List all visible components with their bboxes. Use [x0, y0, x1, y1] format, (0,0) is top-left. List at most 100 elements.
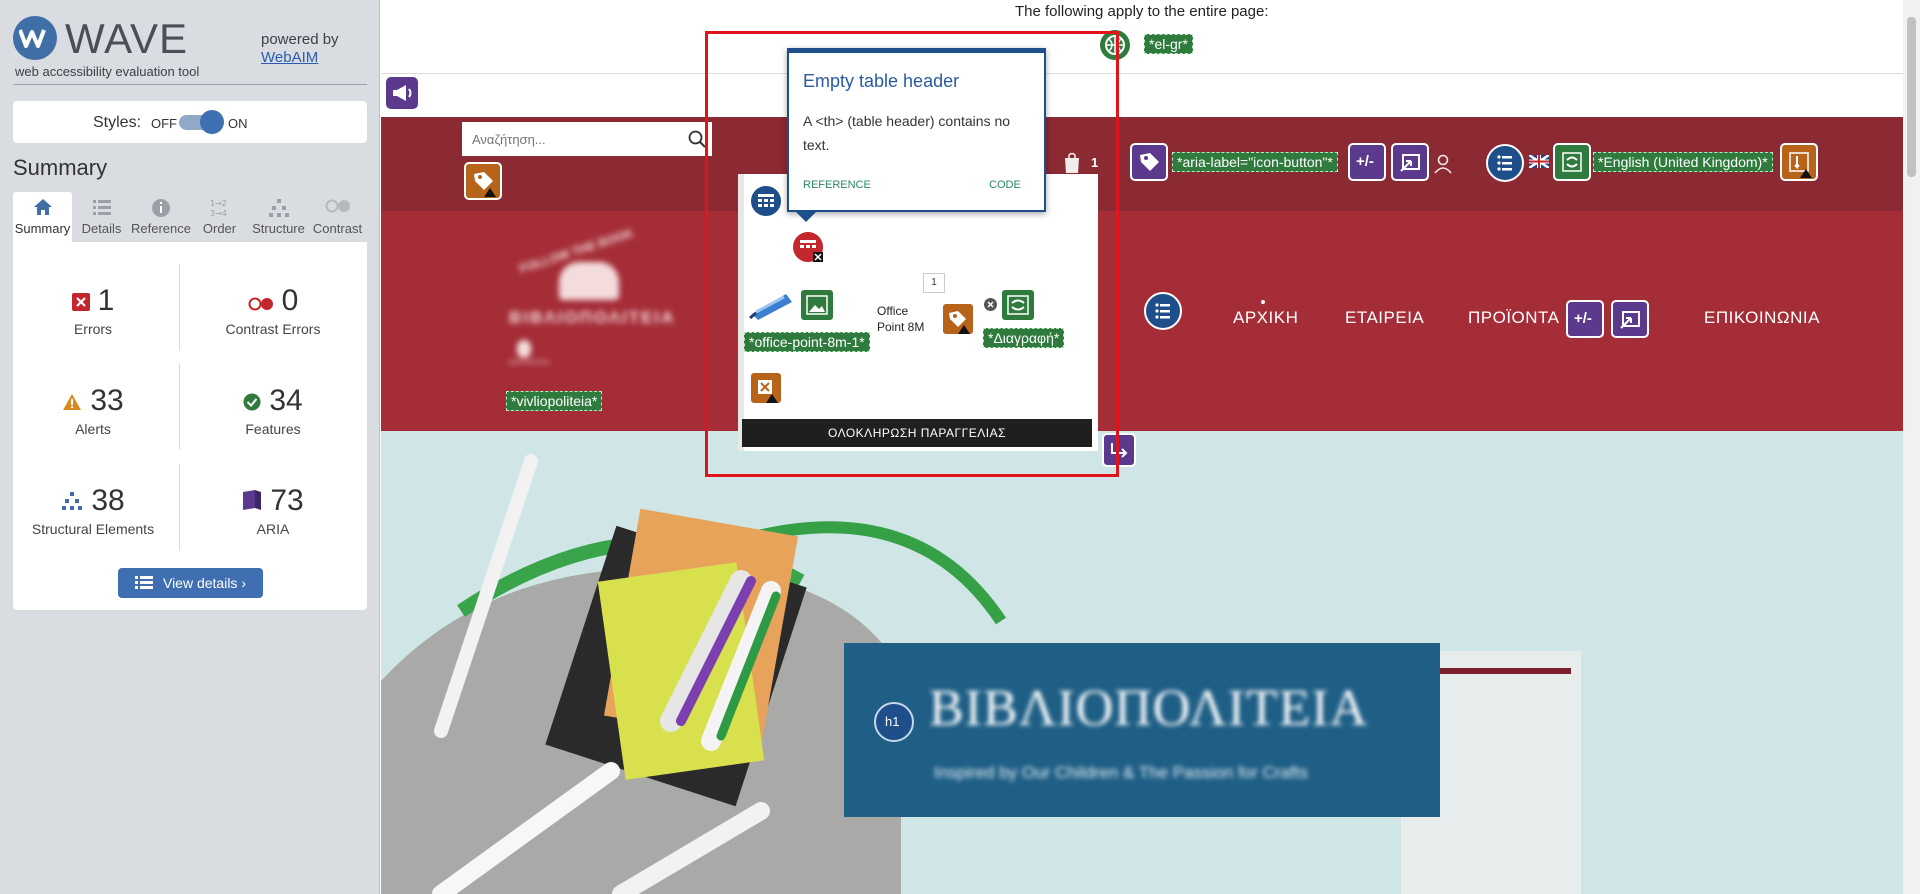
aria-label: ARIA: [256, 521, 290, 538]
page-scrollbar[interactable]: [1903, 0, 1920, 894]
wave-title: WAVE: [65, 15, 189, 62]
aria-expanded-icon[interactable]: +/-: [1348, 143, 1386, 181]
structural-count: 38: [91, 484, 125, 517]
error-icon: [71, 285, 90, 319]
alert-pointer-icon[interactable]: [1780, 143, 1818, 181]
active-dot: [1261, 300, 1265, 304]
tooltip-title: Empty table header: [803, 71, 960, 91]
site-logo[interactable]: FOLLOW THE BOOK ΒΙΒΛΙΟΠΟΛΙΤΕΙΑ: [509, 226, 689, 336]
tab-contrast[interactable]: Contrast: [308, 192, 367, 242]
tab-label: Order: [202, 221, 237, 236]
tab-summary[interactable]: Summary: [13, 192, 72, 242]
feature-icon: [243, 385, 261, 419]
tooltip-code-link[interactable]: CODE: [989, 179, 1021, 191]
aria-popup-icon[interactable]: [1611, 300, 1649, 338]
browser-window: WAVE web accessibility evaluation tool p…: [0, 0, 1920, 894]
alerts-count: 33: [90, 384, 124, 417]
tab-order[interactable]: 1→2 3→4 Order: [190, 192, 249, 242]
stat-features[interactable]: 34 Features: [193, 384, 353, 437]
stat-errors[interactable]: 1 Errors: [13, 284, 173, 337]
list-icon: [72, 198, 131, 218]
evaluated-page: The following apply to the entire page: …: [381, 0, 1903, 894]
tab-label: Reference: [131, 221, 191, 236]
summary-panel: 1 Errors 0 Contrast Errors 33 Alerts 34: [13, 242, 367, 610]
styles-toggle-box: Styles: OFF ON: [13, 101, 367, 143]
tab-label: Structure: [252, 221, 305, 236]
contrast-count: 0: [281, 284, 299, 317]
logo-wordmark: ΒΙΒΛΙΟΠΟΛΙΤΕΙΑ: [509, 308, 676, 327]
list-icon[interactable]: [1486, 144, 1524, 182]
contrast-error-icon: [248, 285, 274, 319]
contrast-icon: [308, 198, 367, 218]
structural-label: Structural Elements: [31, 521, 155, 538]
tab-label: Contrast: [312, 221, 363, 236]
errors-label: Errors: [73, 321, 113, 338]
home-icon: [13, 198, 72, 218]
nav-products[interactable]: ΠΡΟΪΟΝΤΑ: [1468, 308, 1560, 328]
alerts-label: Alerts: [75, 421, 111, 438]
divider: [179, 264, 180, 350]
styles-label: Styles:: [93, 114, 142, 131]
stat-aria[interactable]: 73 ARIA: [193, 484, 353, 537]
alert-tag-icon[interactable]: [464, 162, 502, 200]
aria-tag-icon[interactable]: [1130, 143, 1168, 181]
contrast-label: Contrast Errors: [225, 321, 321, 338]
tab-label: Details: [81, 221, 122, 236]
wave-subtitle: web accessibility evaluation tool: [15, 64, 200, 79]
tab-reference[interactable]: Reference: [131, 192, 191, 242]
aria-popup-icon[interactable]: [1391, 143, 1429, 181]
info-icon: [131, 198, 190, 218]
styles-off-label: OFF: [151, 116, 177, 131]
summary-heading: Summary: [13, 155, 108, 180]
stat-contrast-errors[interactable]: 0 Contrast Errors: [193, 284, 353, 337]
list-icon[interactable]: [1144, 292, 1182, 330]
search-input[interactable]: [462, 122, 672, 156]
tab-label: Summary: [14, 221, 71, 236]
nav-company[interactable]: ΕΤΑΙΡΕΙΑ: [1345, 308, 1424, 328]
search-box: [462, 122, 712, 156]
structure-icon: [61, 485, 83, 519]
stat-structural[interactable]: 38 Structural Elements: [13, 484, 173, 537]
alert-icon: [62, 385, 82, 419]
styles-on-label: ON: [228, 116, 248, 131]
h1-label: h1: [885, 714, 900, 729]
structure-icon: [249, 198, 308, 218]
lang-badge: *el-gr*: [1144, 34, 1193, 54]
divider: [13, 84, 367, 85]
svg-text:1→2: 1→2: [210, 199, 227, 208]
powered-by-label: powered by: [261, 31, 339, 48]
view-details-button[interactable]: View details ›: [118, 568, 263, 598]
scrollbar-thumb[interactable]: [1907, 17, 1916, 177]
divider: [179, 364, 180, 450]
tooltip-reference-link[interactable]: REFERENCE: [803, 179, 871, 191]
english-badge: *English (United Kingdom)*: [1593, 152, 1773, 172]
features-count: 34: [269, 384, 303, 417]
tab-structure[interactable]: Structure: [249, 192, 308, 242]
vivliopoliteia-badge: *vivliopoliteia*: [506, 391, 603, 411]
search-icon[interactable]: [688, 130, 706, 153]
linked-image-icon[interactable]: [1553, 143, 1591, 181]
errors-count: 1: [97, 284, 115, 317]
styles-toggle-knob[interactable]: [200, 110, 224, 134]
list-icon: [134, 569, 153, 599]
plus-minus-label: +/-: [1356, 153, 1374, 170]
nav-home[interactable]: ΑΡΧΙΚΗ: [1233, 308, 1298, 328]
h1-heading-icon[interactable]: h1: [874, 702, 914, 742]
wave-sidebar: WAVE web accessibility evaluation tool p…: [0, 0, 380, 894]
user-icon[interactable]: [1433, 153, 1453, 180]
megaphone-icon[interactable]: [386, 77, 418, 109]
uk-flag-icon[interactable]: [1528, 153, 1550, 170]
aria-expanded-icon[interactable]: +/-: [1566, 300, 1604, 338]
logo-small-text: ΒΙΒΛΙΟΠΟΛΙΤΕΙΑ: [509, 360, 549, 366]
aria-icon: [242, 485, 262, 519]
order-icon: 1→2 3→4: [190, 198, 249, 218]
logo-small: ΒΙΒΛΙΟΠΟΛΙΤΕΙΑ: [509, 340, 549, 376]
nav-contact[interactable]: ΕΠΙΚΟΙΝΩΝΙΑ: [1704, 308, 1820, 328]
svg-text:3→4: 3→4: [210, 209, 227, 218]
wave-tooltip: Empty table header A <th> (table header)…: [787, 48, 1046, 212]
tooltip-arrow: [794, 210, 818, 222]
webaim-link[interactable]: WebAIM: [261, 49, 318, 66]
tab-details[interactable]: Details: [72, 192, 131, 242]
aria-label-badge: *aria-label="icon-button"*: [1172, 152, 1338, 172]
stat-alerts[interactable]: 33 Alerts: [13, 384, 173, 437]
